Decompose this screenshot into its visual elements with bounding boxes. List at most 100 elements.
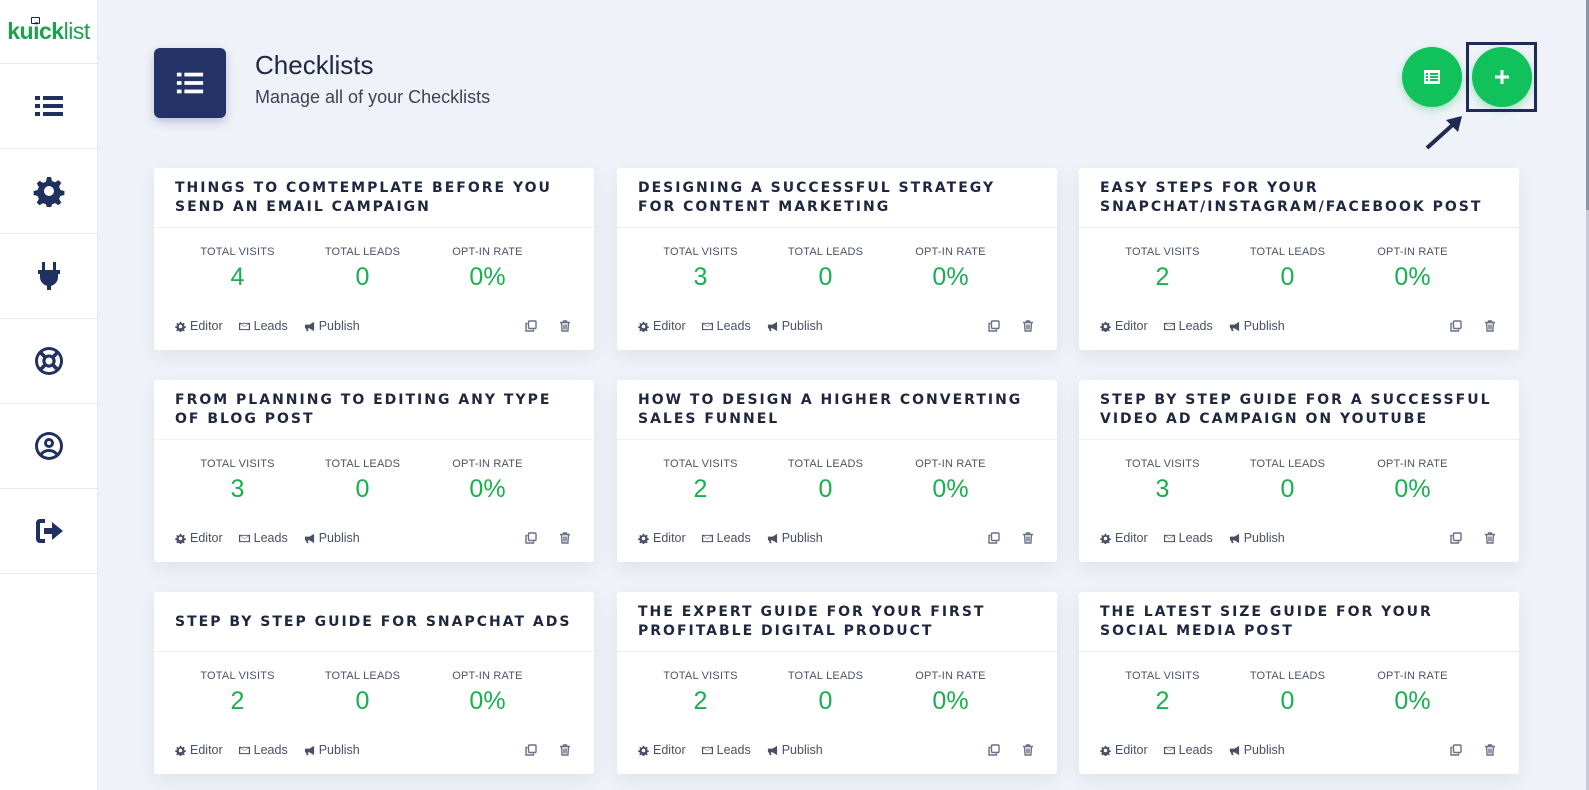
stat-label: TOTAL LEADS xyxy=(787,670,864,682)
card-title[interactable]: THE EXPERT GUIDE FOR YOUR FIRST PROFITAB… xyxy=(638,603,1037,641)
trash-icon xyxy=(560,320,570,332)
publish-link[interactable]: Publish xyxy=(1229,531,1285,545)
duplicate-button[interactable] xyxy=(987,531,1001,545)
delete-button[interactable] xyxy=(1483,531,1497,545)
stat-label: TOTAL LEADS xyxy=(1249,670,1326,682)
leads-link[interactable]: Leads xyxy=(238,531,288,545)
trash-icon xyxy=(1485,320,1495,332)
leads-link[interactable]: Leads xyxy=(701,531,751,545)
leads-link[interactable]: Leads xyxy=(1163,319,1213,333)
card-title[interactable]: THINGS TO COMTEMPLATE BEFORE YOU SEND AN… xyxy=(175,179,574,217)
stat-leads: TOTAL LEADS 0 xyxy=(300,246,425,292)
envelope-icon xyxy=(238,746,250,754)
life-ring-icon xyxy=(34,347,63,375)
publish-link[interactable]: Publish xyxy=(1229,743,1285,757)
card-title[interactable]: STEP BY STEP GUIDE FOR A SUCCESSFUL VIDE… xyxy=(1100,391,1499,429)
stat-rate: OPT-IN RATE 0% xyxy=(1350,670,1475,716)
card-title[interactable]: HOW TO DESIGN A HIGHER CONVERTING SALES … xyxy=(638,391,1037,429)
duplicate-button[interactable] xyxy=(987,319,1001,333)
gear-icon xyxy=(638,533,649,544)
publish-link[interactable]: Publish xyxy=(767,743,823,757)
sidebar-item-account[interactable] xyxy=(0,404,97,489)
stat-leads: TOTAL LEADS 0 xyxy=(1225,458,1350,504)
envelope-icon xyxy=(701,534,713,542)
card-title[interactable]: EASY STEPS FOR YOUR SNAPCHAT/INSTAGRAM/F… xyxy=(1100,179,1499,217)
sidebar-item-logout[interactable] xyxy=(0,489,97,574)
delete-button[interactable] xyxy=(558,319,572,333)
publish-link[interactable]: Publish xyxy=(304,743,360,757)
publish-link[interactable]: Publish xyxy=(304,319,360,333)
editor-link[interactable]: Editor xyxy=(175,743,223,757)
publish-link[interactable]: Publish xyxy=(767,319,823,333)
bullhorn-icon xyxy=(1229,533,1239,543)
duplicate-button[interactable] xyxy=(1449,743,1463,757)
list-view-button[interactable] xyxy=(1402,47,1462,107)
editor-link[interactable]: Editor xyxy=(638,743,686,757)
stat-label: TOTAL LEADS xyxy=(324,670,401,682)
delete-button[interactable] xyxy=(1021,743,1035,757)
stat-visits: TOTAL VISITS 2 xyxy=(638,458,763,504)
delete-button[interactable] xyxy=(1483,743,1497,757)
delete-button[interactable] xyxy=(1483,319,1497,333)
duplicate-button[interactable] xyxy=(524,531,538,545)
stat-leads: TOTAL LEADS 0 xyxy=(763,246,888,292)
editor-link[interactable]: Editor xyxy=(638,531,686,545)
list-icon xyxy=(34,96,63,116)
editor-link[interactable]: Editor xyxy=(1100,319,1148,333)
leads-link[interactable]: Leads xyxy=(701,743,751,757)
leads-link[interactable]: Leads xyxy=(238,743,288,757)
card-title[interactable]: FROM PLANNING TO EDITING ANY TYPE OF BLO… xyxy=(175,391,574,429)
copy-icon xyxy=(525,532,537,544)
stat-value: 3 xyxy=(693,263,708,291)
sidebar-item-checklists[interactable] xyxy=(0,64,97,149)
editor-link[interactable]: Editor xyxy=(1100,531,1148,545)
duplicate-button[interactable] xyxy=(987,743,1001,757)
stat-value: 2 xyxy=(693,475,708,503)
editor-link[interactable]: Editor xyxy=(175,531,223,545)
sidebar-item-support[interactable] xyxy=(0,319,97,404)
user-circle-icon xyxy=(34,432,63,460)
stat-leads: TOTAL LEADS 0 xyxy=(763,458,888,504)
logo[interactable]: kuicklist xyxy=(0,0,97,64)
leads-link[interactable]: Leads xyxy=(1163,531,1213,545)
trash-icon xyxy=(1485,532,1495,544)
gear-icon xyxy=(638,321,649,332)
stat-value: 2 xyxy=(230,687,245,715)
editor-link[interactable]: Editor xyxy=(1100,743,1148,757)
stat-leads: TOTAL LEADS 0 xyxy=(300,670,425,716)
plug-icon xyxy=(37,262,60,290)
checklist-card: DESIGNING A SUCCESSFUL STRATEGY FOR CONT… xyxy=(617,168,1057,350)
stat-label: TOTAL VISITS xyxy=(1125,246,1200,258)
card-title[interactable]: THE LATEST SIZE GUIDE FOR YOUR SOCIAL ME… xyxy=(1100,603,1499,641)
editor-link[interactable]: Editor xyxy=(638,319,686,333)
delete-button[interactable] xyxy=(1021,531,1035,545)
gear-icon xyxy=(175,321,186,332)
publish-link[interactable]: Publish xyxy=(1229,319,1285,333)
sign-out-icon xyxy=(35,519,63,543)
stat-value: 0% xyxy=(932,687,969,715)
duplicate-button[interactable] xyxy=(524,743,538,757)
editor-link[interactable]: Editor xyxy=(175,319,223,333)
duplicate-button[interactable] xyxy=(1449,319,1463,333)
highlight-box xyxy=(1466,42,1537,112)
stat-leads: TOTAL LEADS 0 xyxy=(1225,670,1350,716)
card-title[interactable]: DESIGNING A SUCCESSFUL STRATEGY FOR CONT… xyxy=(638,179,1037,217)
gear-icon xyxy=(1100,321,1111,332)
delete-button[interactable] xyxy=(1021,319,1035,333)
stat-label: TOTAL VISITS xyxy=(1125,670,1200,682)
card-title[interactable]: STEP BY STEP GUIDE FOR SNAPCHAT ADS xyxy=(175,613,571,632)
leads-link[interactable]: Leads xyxy=(238,319,288,333)
sidebar-item-settings[interactable] xyxy=(0,149,97,234)
duplicate-button[interactable] xyxy=(524,319,538,333)
publish-link[interactable]: Publish xyxy=(304,531,360,545)
delete-button[interactable] xyxy=(558,743,572,757)
stat-value: 2 xyxy=(1155,263,1170,291)
leads-link[interactable]: Leads xyxy=(1163,743,1213,757)
duplicate-button[interactable] xyxy=(1449,531,1463,545)
sidebar-item-integrations[interactable] xyxy=(0,234,97,319)
stat-label: OPT-IN RATE xyxy=(1377,246,1448,258)
publish-link[interactable]: Publish xyxy=(767,531,823,545)
delete-button[interactable] xyxy=(558,531,572,545)
leads-link[interactable]: Leads xyxy=(701,319,751,333)
bullhorn-icon xyxy=(1229,321,1239,331)
